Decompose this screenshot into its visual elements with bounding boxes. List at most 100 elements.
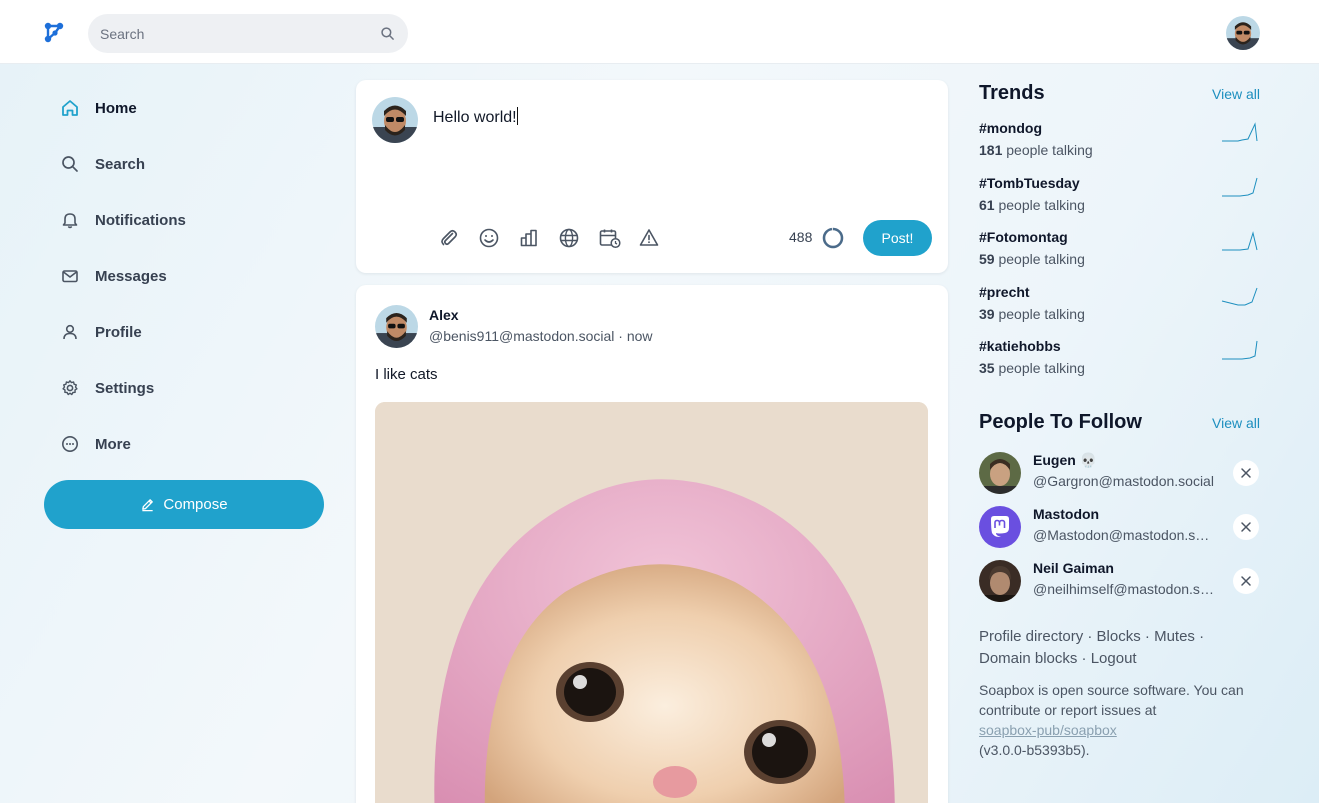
character-counter: 488 <box>789 229 813 245</box>
follow-view-all-link[interactable]: View all <box>1212 415 1260 431</box>
trend-sparkline <box>1222 177 1258 196</box>
pencil-icon <box>140 497 155 512</box>
sidebar-item-profile[interactable]: Profile <box>44 304 324 360</box>
sidebar-item-search[interactable]: Search <box>44 136 324 192</box>
trend-count: 181 people talking <box>979 142 1093 158</box>
trends-view-all-link[interactable]: View all <box>1212 86 1260 102</box>
trend-count-suffix: people talking <box>998 251 1085 267</box>
sidebar-item-more[interactable]: More <box>44 416 324 472</box>
version-label: (v3.0.0-b5393b5). <box>979 742 1090 758</box>
trend-count-number: 39 <box>979 305 995 322</box>
bell-icon <box>60 210 80 230</box>
trend-count-suffix: people talking <box>998 360 1085 376</box>
account-display-name: Mastodon <box>1033 506 1100 522</box>
avatar[interactable] <box>979 452 1021 494</box>
trend-item[interactable]: #katiehobbs 35 people talking <box>979 338 1260 393</box>
dismiss-suggestion-button[interactable] <box>1233 568 1259 594</box>
trend-item[interactable]: #TombTuesday 61 people talking <box>979 175 1260 230</box>
logout-link[interactable]: Logout <box>1091 650 1137 667</box>
top-bar <box>0 0 1319 64</box>
separator: · <box>1077 650 1091 667</box>
status-card: Alex @benis911@mastodon.social · now I l… <box>356 285 948 803</box>
sidebar-item-label: Profile <box>95 323 142 341</box>
trends-header: Trends View all <box>979 82 1260 105</box>
dismiss-suggestion-button[interactable] <box>1233 460 1259 486</box>
hashtag-link[interactable]: #TombTuesday <box>979 175 1080 191</box>
footer-links: Profile directory · Blocks · Mutes · Dom… <box>979 626 1249 670</box>
trend-count-number: 181 <box>979 142 1003 158</box>
separator: · <box>1194 628 1205 645</box>
trend-item[interactable]: #precht 39 people talking <box>979 284 1260 339</box>
hashtag-link[interactable]: #Fotomontag <box>979 229 1068 245</box>
status-media-image[interactable] <box>375 402 928 803</box>
compose-label: Compose <box>163 496 228 513</box>
search-icon <box>60 154 80 174</box>
blocks-link[interactable]: Blocks <box>1097 628 1141 645</box>
soapbox-logo-icon[interactable] <box>42 21 66 45</box>
hashtag-link[interactable]: #katiehobbs <box>979 338 1061 354</box>
warning-icon[interactable] <box>638 225 678 251</box>
avatar[interactable] <box>372 97 418 143</box>
text-caret <box>516 107 518 125</box>
compose-toolbar <box>438 225 678 251</box>
trend-count-suffix: people talking <box>1006 142 1093 158</box>
dismiss-suggestion-button[interactable] <box>1233 514 1259 540</box>
mastodon-logo-icon[interactable] <box>979 506 1021 548</box>
account-display-name: Neil Gaiman <box>1033 560 1114 576</box>
avatar[interactable] <box>375 305 418 348</box>
sidebar-item-label: Settings <box>95 379 155 397</box>
trend-item[interactable]: #mondog 181 people talking <box>979 120 1260 175</box>
domain-blocks-link[interactable]: Domain blocks <box>979 650 1077 667</box>
gear-icon <box>60 378 80 398</box>
account-suggestion[interactable]: Eugen 💀 @Gargron@mastodon.social <box>979 452 1260 506</box>
mutes-link[interactable]: Mutes <box>1154 628 1195 645</box>
avatar[interactable] <box>979 560 1021 602</box>
account-suggestion[interactable]: Neil Gaiman @neilhimself@mastodon.social <box>979 560 1260 614</box>
user-icon <box>60 322 80 342</box>
calendar-clock-icon[interactable] <box>598 225 638 251</box>
poll-icon[interactable] <box>518 225 558 251</box>
trend-item[interactable]: #Fotomontag 59 people talking <box>979 229 1260 284</box>
hashtag-link[interactable]: #mondog <box>979 120 1042 136</box>
sidebar-item-notifications[interactable]: Notifications <box>44 192 324 248</box>
close-icon <box>1241 522 1251 532</box>
search-box <box>88 14 408 53</box>
search-input[interactable] <box>88 14 368 53</box>
hashtag-link[interactable]: #precht <box>979 284 1030 300</box>
status-meta[interactable]: @benis911@mastodon.social · now <box>429 328 653 344</box>
compose-text: Hello world! <box>433 109 517 126</box>
paperclip-icon[interactable] <box>438 225 478 251</box>
account-display-name: Eugen 💀 <box>1033 452 1098 468</box>
post-button[interactable]: Post! <box>863 220 932 256</box>
trend-count-number: 59 <box>979 251 995 267</box>
compose-textarea[interactable]: Hello world! <box>433 107 518 127</box>
trend-count: 35 people talking <box>979 360 1085 376</box>
status-content: I like cats <box>375 366 438 383</box>
compose-button[interactable]: Compose <box>44 480 324 529</box>
account-suggestion[interactable]: Mastodon @Mastodon@mastodon.social <box>979 506 1260 560</box>
sidebar-item-messages[interactable]: Messages <box>44 248 324 304</box>
trends-title: Trends <box>979 82 1045 104</box>
trend-count-number: 61 <box>979 196 995 213</box>
sidebar-item-settings[interactable]: Settings <box>44 360 324 416</box>
globe-icon[interactable] <box>558 225 598 251</box>
sidebar-item-label: Notifications <box>95 211 186 229</box>
search-icon[interactable] <box>380 26 395 46</box>
separator: · <box>1140 628 1155 645</box>
profile-directory-link[interactable]: Profile directory <box>979 628 1083 645</box>
close-icon <box>1241 468 1251 478</box>
emoji-icon[interactable] <box>478 225 518 251</box>
avatar[interactable] <box>1226 16 1260 50</box>
trend-sparkline <box>1222 340 1258 360</box>
sidebar-item-home[interactable]: Home <box>44 80 324 136</box>
status-display-name[interactable]: Alex <box>429 307 459 323</box>
follow-list: Eugen 💀 @Gargron@mastodon.social Mastodo… <box>979 452 1260 614</box>
trend-count: 61 people talking <box>979 197 1085 213</box>
dots-circle-icon <box>60 434 80 454</box>
trend-count: 39 people talking <box>979 306 1085 322</box>
about-description: Soapbox is open source software. You can… <box>979 682 1244 718</box>
repository-link[interactable]: soapbox-pub/soapbox <box>979 722 1117 738</box>
sidebar-item-label: Search <box>95 155 146 173</box>
follow-panel: People To Follow View all Eugen 💀 @Gargr… <box>979 411 1260 614</box>
home-icon <box>60 98 80 118</box>
